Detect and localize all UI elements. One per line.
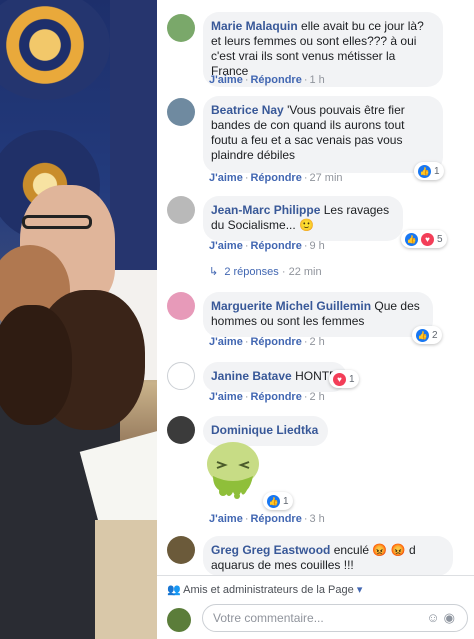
comment-time[interactable]: 3 h — [310, 513, 325, 525]
comment-bubble: Janine Batave HONTE — [203, 362, 348, 392]
avatar[interactable] — [167, 536, 195, 564]
caret-down-icon: ▾ — [356, 584, 363, 596]
avatar[interactable] — [167, 14, 195, 42]
comment-author[interactable]: Marguerite Michel Guillemin — [211, 299, 371, 313]
like-icon: 👍 — [267, 494, 280, 508]
reply-arrow-icon: ↳ — [209, 266, 219, 278]
comment-author[interactable]: Marie Malaquin — [211, 19, 298, 33]
comment-actions: J'aime · Répondre · 3 h — [209, 513, 325, 525]
comment-text: enculé — [333, 543, 370, 557]
comment-time[interactable]: 9 h — [310, 240, 325, 252]
like-link[interactable]: J'aime — [209, 240, 243, 252]
reply-link[interactable]: Répondre — [250, 391, 301, 403]
comment-actions: J'aime · Répondre · 27 min — [209, 172, 343, 184]
comment-bubble: Marguerite Michel Guillemin Que des homm… — [203, 292, 433, 337]
comment-bubble: Jean-Marc Philippe Les ravages du Social… — [203, 196, 403, 241]
view-replies-link[interactable]: ↳ 2 réponses · 22 min — [209, 265, 322, 278]
camera-icon[interactable]: ◉ — [444, 610, 459, 625]
comment-bubble: Beatrice Nay 'Vous pouvais être fier ban… — [203, 96, 443, 173]
comment-actions: J'aime · Répondre · 2 h — [209, 391, 325, 403]
like-link[interactable]: J'aime — [209, 513, 243, 525]
like-link[interactable]: J'aime — [209, 172, 243, 184]
comment-input[interactable]: Votre commentaire... ☺◉ — [202, 604, 468, 632]
avatar[interactable] — [167, 98, 195, 126]
like-icon: 👍 — [418, 164, 431, 178]
reply-link[interactable]: Répondre — [250, 74, 301, 86]
comment-time[interactable]: 27 min — [310, 172, 343, 184]
reaction-count[interactable]: 👍 2 — [412, 326, 442, 344]
comment-actions: J'aime · Répondre · 1 h — [209, 74, 325, 86]
like-icon: 👍 — [416, 328, 429, 342]
avatar[interactable] — [167, 196, 195, 224]
avatar[interactable] — [167, 292, 195, 320]
like-link[interactable]: J'aime — [209, 74, 243, 86]
like-link[interactable]: J'aime — [209, 336, 243, 348]
comment-author[interactable]: Greg Greg Eastwood — [211, 543, 330, 557]
composer-avatar — [167, 608, 191, 632]
comment-actions: J'aime · Répondre · 9 h — [209, 240, 325, 252]
reaction-count[interactable]: 👍 1 — [414, 162, 444, 180]
angry-icon: 😡 — [390, 543, 406, 557]
avatar[interactable] — [167, 362, 195, 390]
comment-author[interactable]: Janine Batave — [211, 369, 292, 383]
people-icon: 👥 — [167, 584, 181, 596]
love-icon: ♥ — [333, 372, 346, 386]
audience-selector[interactable]: 👥 Amis et administrateurs de la Page ▾ — [167, 583, 362, 596]
comment-author[interactable]: Jean-Marc Philippe — [211, 203, 320, 217]
like-icon: 👍 — [405, 232, 418, 246]
comment-time[interactable]: 1 h — [310, 74, 325, 86]
angry-icon: 😡 — [372, 543, 388, 557]
post-photo[interactable] — [0, 0, 157, 639]
comment-time[interactable]: 2 h — [310, 391, 325, 403]
sticker-sick-icon — [203, 440, 263, 502]
reply-link[interactable]: Répondre — [250, 172, 301, 184]
reaction-count[interactable]: 👍 1 — [263, 492, 293, 510]
reply-link[interactable]: Répondre — [250, 240, 301, 252]
comment-actions: J'aime · Répondre · 2 h — [209, 336, 325, 348]
avatar[interactable] — [167, 416, 195, 444]
comment-time[interactable]: 2 h — [310, 336, 325, 348]
comment-author[interactable]: Dominique Liedtka — [211, 423, 318, 437]
reply-link[interactable]: Répondre — [250, 336, 301, 348]
love-icon: ♥ — [421, 232, 434, 246]
reaction-count[interactable]: 👍 ♥ 5 — [401, 230, 447, 248]
smile-emoji: 🙂 — [299, 218, 314, 232]
reply-link[interactable]: Répondre — [250, 513, 301, 525]
like-link[interactable]: J'aime — [209, 391, 243, 403]
emoji-icon[interactable]: ☺ — [426, 610, 443, 625]
comment-author[interactable]: Beatrice Nay — [211, 103, 284, 117]
comment-bubble: Greg Greg Eastwood enculé 😡 😡 d aquarus … — [203, 536, 453, 576]
reaction-count[interactable]: ♥ 1 — [329, 370, 359, 388]
comments-panel: Marie Malaquin elle avait bu ce jour là?… — [157, 0, 474, 639]
